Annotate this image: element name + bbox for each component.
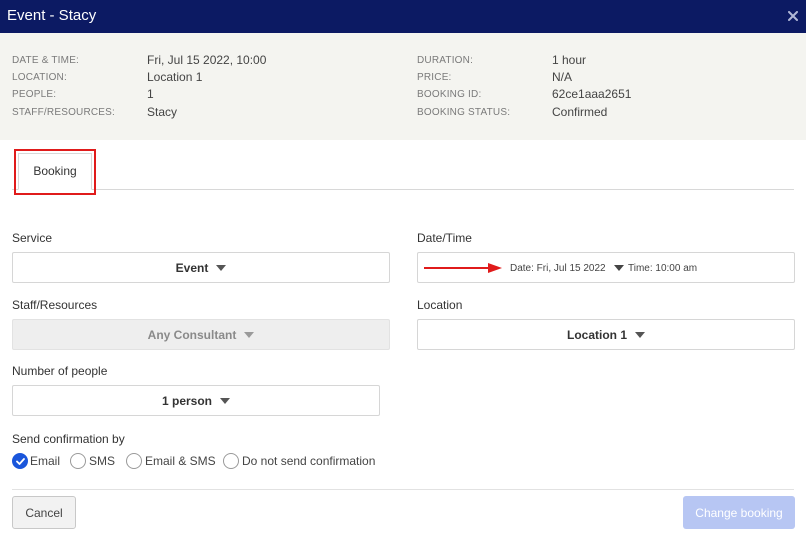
dialog-title: Event - Stacy <box>7 7 97 24</box>
confirmation-label: Send confirmation by <box>12 432 125 446</box>
booking-summary: DATE & TIME: Fri, Jul 15 2022, 10:00 LOC… <box>0 33 806 140</box>
close-icon[interactable] <box>788 8 798 21</box>
service-select[interactable]: Event <box>12 252 390 283</box>
summary-value-datetime: Fri, Jul 15 2022, 10:00 <box>147 53 267 67</box>
summary-value-booking-id: 62ce1aaa2651 <box>552 87 632 101</box>
service-select-value: Event <box>175 260 209 275</box>
date-picker[interactable]: Date: Fri, Jul 15 2022 <box>510 263 606 274</box>
staff-label: Staff/Resources <box>12 298 98 312</box>
radio-sms-label: SMS <box>89 454 116 468</box>
summary-label-staff: STAFF/RESOURCES: <box>12 107 116 118</box>
radio-email[interactable] <box>12 453 28 469</box>
chevron-down-icon <box>635 331 645 338</box>
arrow-right-icon <box>424 261 502 278</box>
summary-label-people: PEOPLE: <box>12 89 57 100</box>
summary-label-booking-id: BOOKING ID: <box>417 89 482 100</box>
staff-select-value: Any Consultant <box>147 327 237 342</box>
summary-label-duration: DURATION: <box>417 55 474 66</box>
summary-label-datetime: DATE & TIME: <box>12 55 80 66</box>
radio-email-sms-label: Email & SMS <box>145 454 216 468</box>
service-label: Service <box>12 231 53 245</box>
chevron-down-icon <box>216 264 227 271</box>
summary-value-staff: Stacy <box>147 105 178 119</box>
datetime-picker: Date: Fri, Jul 15 2022 Time: 10:00 am <box>417 252 795 283</box>
footer-divider <box>12 489 794 490</box>
people-label: Number of people <box>12 364 108 378</box>
summary-label-location: LOCATION: <box>12 72 67 83</box>
radio-email-label: Email <box>30 454 61 468</box>
location-select[interactable]: Location 1 <box>417 319 795 350</box>
summary-value-people: 1 <box>147 87 154 101</box>
location-label: Location <box>417 298 463 312</box>
summary-value-location: Location 1 <box>147 70 203 84</box>
radio-no-confirmation-label: Do not send confirmation <box>242 454 376 468</box>
datetime-label: Date/Time <box>417 231 472 245</box>
summary-label-status: BOOKING STATUS: <box>417 107 511 118</box>
summary-value-status: Confirmed <box>552 105 608 119</box>
dialog-titlebar: Event - Stacy <box>0 0 806 33</box>
radio-email-sms[interactable] <box>126 453 142 469</box>
cancel-button[interactable]: Cancel <box>12 496 76 529</box>
people-select[interactable]: 1 person <box>12 385 380 416</box>
chevron-down-icon[interactable] <box>614 265 624 271</box>
summary-value-price: N/A <box>552 70 573 84</box>
people-select-value: 1 person <box>161 393 212 408</box>
chevron-down-icon <box>244 331 255 338</box>
location-select-value: Location 1 <box>566 327 627 342</box>
summary-value-duration: 1 hour <box>552 53 587 67</box>
tabs-divider <box>12 189 794 190</box>
tab-highlight-box <box>14 149 96 195</box>
summary-label-price: PRICE: <box>417 72 452 83</box>
chevron-down-icon <box>220 397 230 404</box>
radio-no-confirmation[interactable] <box>223 453 239 469</box>
staff-select: Any Consultant <box>12 319 390 350</box>
change-booking-button[interactable]: Change booking <box>683 496 795 529</box>
time-picker[interactable]: Time: 10:00 am <box>628 263 697 274</box>
radio-sms[interactable] <box>70 453 86 469</box>
